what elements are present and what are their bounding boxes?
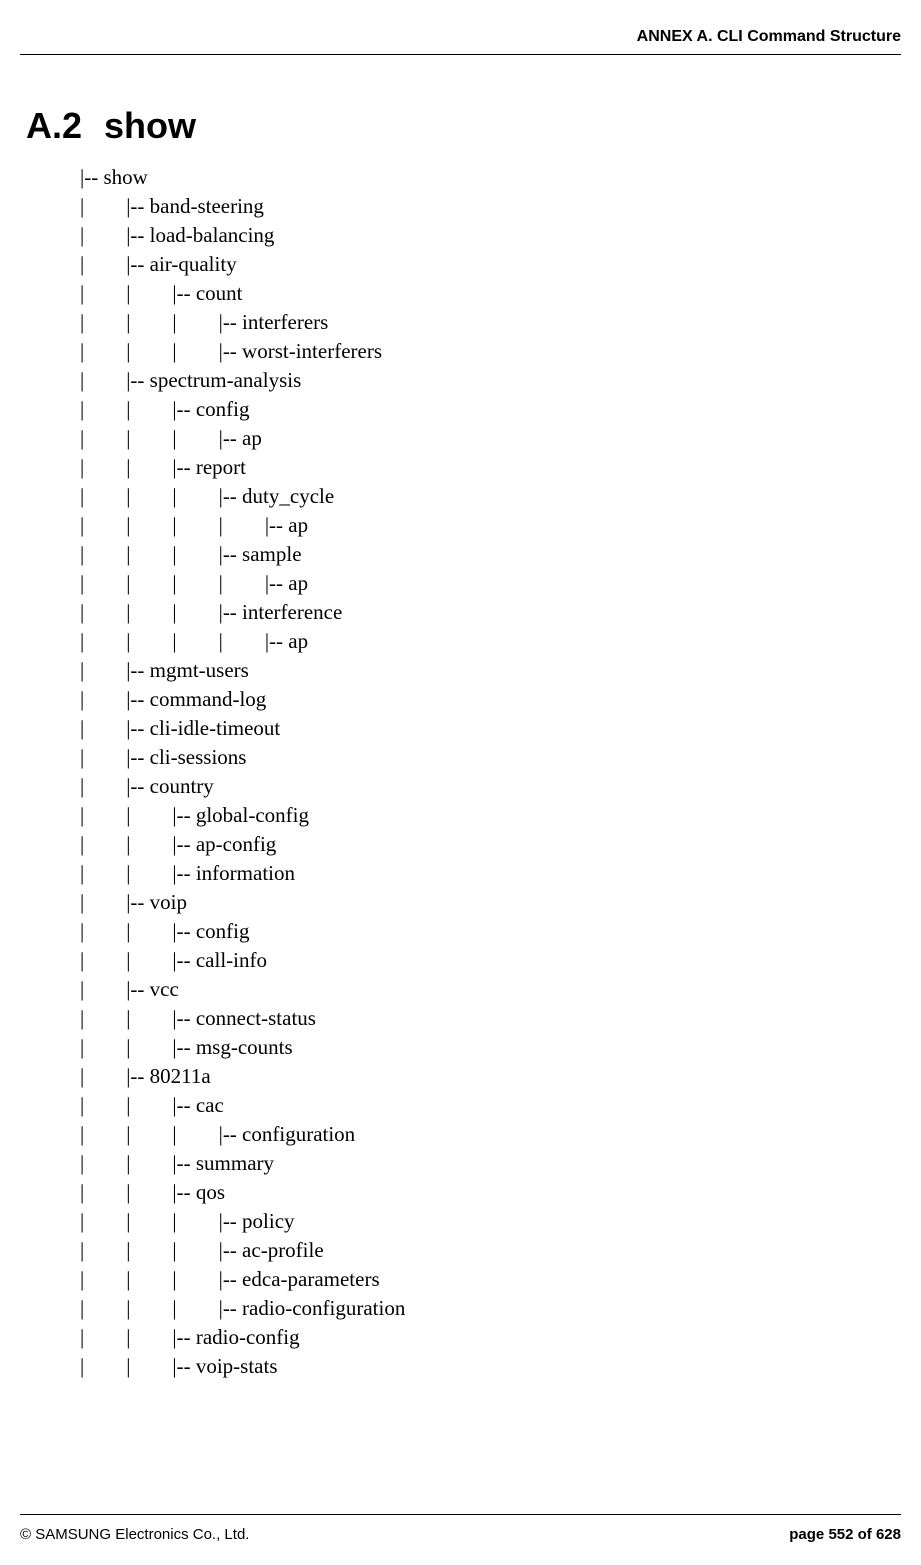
tree-line: | |-- vcc xyxy=(80,975,405,1004)
tree-line: | | | |-- ap xyxy=(80,424,405,453)
tree-line: | | |-- qos xyxy=(80,1178,405,1207)
cli-tree: |-- show| |-- band-steering| |-- load-ba… xyxy=(80,163,405,1381)
tree-line: | | | |-- interferers xyxy=(80,308,405,337)
tree-line: | | | | |-- ap xyxy=(80,627,405,656)
tree-line: | | |-- global-config xyxy=(80,801,405,830)
tree-line: | | |-- msg-counts xyxy=(80,1033,405,1062)
tree-line: | |-- spectrum-analysis xyxy=(80,366,405,395)
section-title: show xyxy=(104,105,196,146)
tree-line: | | | |-- policy xyxy=(80,1207,405,1236)
tree-line: | | | |-- configuration xyxy=(80,1120,405,1149)
header-divider xyxy=(20,54,901,55)
tree-line: | | |-- count xyxy=(80,279,405,308)
tree-line: | | | |-- sample xyxy=(80,540,405,569)
tree-line: | | | |-- ac-profile xyxy=(80,1236,405,1265)
tree-line: | | |-- cac xyxy=(80,1091,405,1120)
tree-line: |-- show xyxy=(80,163,405,192)
tree-line: | | |-- config xyxy=(80,917,405,946)
tree-line: | | | | |-- ap xyxy=(80,511,405,540)
footer-page-number: page 552 of 628 xyxy=(789,1526,901,1543)
tree-line: | |-- command-log xyxy=(80,685,405,714)
tree-line: | |-- air-quality xyxy=(80,250,405,279)
tree-line: | | |-- config xyxy=(80,395,405,424)
section-heading: A.2 show xyxy=(26,105,196,147)
footer-copyright: © SAMSUNG Electronics Co., Ltd. xyxy=(20,1526,249,1543)
tree-line: | | | |-- duty_cycle xyxy=(80,482,405,511)
tree-line: | | |-- call-info xyxy=(80,946,405,975)
tree-line: | |-- 80211a xyxy=(80,1062,405,1091)
header-annex-title: ANNEX A. CLI Command Structure xyxy=(637,28,901,46)
tree-line: | | | |-- edca-parameters xyxy=(80,1265,405,1294)
tree-line: | |-- load-balancing xyxy=(80,221,405,250)
tree-line: | | |-- voip-stats xyxy=(80,1352,405,1381)
tree-line: | |-- cli-idle-timeout xyxy=(80,714,405,743)
tree-line: | | | | |-- ap xyxy=(80,569,405,598)
tree-line: | | | |-- worst-interferers xyxy=(80,337,405,366)
tree-line: | | |-- ap-config xyxy=(80,830,405,859)
tree-line: | |-- band-steering xyxy=(80,192,405,221)
section-number: A.2 xyxy=(26,105,82,146)
tree-line: | |-- cli-sessions xyxy=(80,743,405,772)
footer-divider xyxy=(20,1514,901,1515)
tree-line: | | |-- connect-status xyxy=(80,1004,405,1033)
tree-line: | | |-- report xyxy=(80,453,405,482)
tree-line: | |-- mgmt-users xyxy=(80,656,405,685)
tree-line: | | |-- summary xyxy=(80,1149,405,1178)
tree-line: | |-- country xyxy=(80,772,405,801)
tree-line: | | |-- radio-config xyxy=(80,1323,405,1352)
tree-line: | | | |-- interference xyxy=(80,598,405,627)
tree-line: | | | |-- radio-configuration xyxy=(80,1294,405,1323)
tree-line: | | |-- information xyxy=(80,859,405,888)
tree-line: | |-- voip xyxy=(80,888,405,917)
